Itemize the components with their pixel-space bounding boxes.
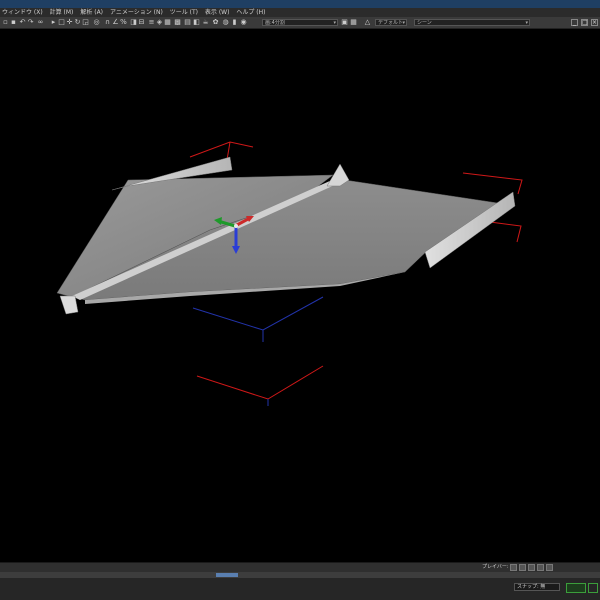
playback-label: プレイバー:	[482, 564, 509, 570]
percent-snap-icon[interactable]: %	[120, 19, 127, 26]
view-dropdown-value: 画:4分割	[265, 20, 285, 26]
render-icon[interactable]: ☕	[202, 19, 209, 26]
viewport-canvas	[56, 141, 523, 406]
window-controls: _ □ ×	[571, 17, 598, 28]
teapot-icon[interactable]: ✿	[212, 19, 219, 26]
bbox-corner-top-right	[462, 172, 523, 195]
3d-viewport[interactable]	[0, 29, 600, 562]
menu-bar: ウィンドウ (X) 計算 (M) 解析 (A) アニメーション (N) ツール …	[0, 8, 600, 17]
menu-item-view[interactable]: 表示 (W)	[205, 9, 230, 16]
schematic-icon[interactable]: ▦	[164, 19, 171, 26]
align-icon[interactable]: ⊟	[138, 19, 145, 26]
mode-icon[interactable]: ◉	[240, 19, 247, 26]
loop-icon[interactable]	[546, 564, 553, 571]
scene-dropdown[interactable]: シーン ▾	[414, 19, 530, 26]
angle-snap-icon[interactable]: ∠	[112, 19, 119, 26]
chevron-down-icon: ▾	[333, 20, 336, 26]
snap-status[interactable]: スナップ: 無	[514, 583, 560, 591]
open-file-icon[interactable]: ▪	[10, 19, 17, 26]
material-icon[interactable]: ▩	[174, 19, 181, 26]
bounding-box-bottom	[192, 296, 324, 406]
tool-icon[interactable]: ▮	[231, 19, 238, 26]
layer-icon[interactable]: ≡	[148, 19, 155, 26]
minimize-icon[interactable]: _	[571, 19, 578, 26]
scrollbar-thumb[interactable]	[216, 573, 238, 577]
timeline-bar[interactable]: プレイバー:	[0, 562, 600, 572]
tail-fold	[59, 295, 79, 315]
preset-dropdown[interactable]: デフォルト ▾	[375, 19, 407, 26]
time-config-icon[interactable]	[537, 564, 544, 571]
coord-icon[interactable]: ▣	[341, 19, 348, 26]
snap-icon[interactable]	[566, 583, 586, 593]
frame-icon[interactable]	[528, 564, 535, 571]
bbox-corner-right	[489, 221, 522, 243]
link-icon[interactable]: ∞	[37, 19, 44, 26]
scene-dropdown-value: シーン	[417, 20, 432, 26]
rotate-icon[interactable]: ↻	[74, 19, 81, 26]
menu-item-analysis[interactable]: 解析 (A)	[80, 9, 103, 16]
title-bar	[0, 0, 600, 8]
bbox-corner-bottom	[196, 365, 324, 400]
warning-icon[interactable]: △	[364, 19, 371, 26]
menu-item-calc[interactable]: 計算 (M)	[50, 9, 74, 16]
undo-icon[interactable]: ↶	[19, 19, 26, 26]
paper-airplane-model[interactable]	[56, 156, 516, 315]
maximize-icon[interactable]: □	[581, 19, 588, 26]
bbox-corner-top-left	[189, 141, 254, 158]
chevron-down-icon: ▾	[525, 20, 528, 26]
menu-item-help[interactable]: ヘルプ (H)	[236, 9, 265, 16]
curve-editor-icon[interactable]: ◈	[156, 19, 163, 26]
select-region-icon[interactable]: □	[58, 19, 65, 26]
main-toolbar: ▫ ▪ ↶ ↷ ∞ ▸ □ ✛ ↻ ◲ ◎ ∩ ∠ % ◨ ⊟ ≡ ◈ ▦ ▩ …	[0, 17, 600, 29]
menu-item-window[interactable]: ウィンドウ (X)	[2, 9, 43, 16]
key-mode-icon[interactable]	[519, 564, 526, 571]
menu-item-tools[interactable]: ツール (T)	[170, 9, 198, 16]
snap-label: スナップ: 無	[517, 584, 546, 590]
view-dropdown[interactable]: 画:4分割 ▾	[262, 19, 338, 26]
chevron-down-icon: ▾	[402, 20, 405, 26]
render-frame-icon[interactable]: ◧	[193, 19, 200, 26]
play-icon[interactable]	[510, 564, 517, 571]
move-icon[interactable]: ✛	[66, 19, 73, 26]
viewport-icon[interactable]: ◍	[222, 19, 229, 26]
grid-icon[interactable]: ▦	[350, 19, 357, 26]
preset-dropdown-value: デフォルト	[378, 20, 404, 26]
playback-controls	[510, 564, 553, 571]
bbox-corner-mid	[192, 296, 324, 331]
snap-toggle-button[interactable]	[588, 583, 598, 593]
new-file-icon[interactable]: ▫	[2, 19, 9, 26]
snap-toggle-icon[interactable]: ∩	[104, 19, 111, 26]
redo-icon[interactable]: ↷	[27, 19, 34, 26]
close-icon[interactable]: ×	[591, 19, 598, 26]
select-icon[interactable]: ▸	[50, 19, 57, 26]
render-setup-icon[interactable]: ▤	[184, 19, 191, 26]
mirror-icon[interactable]: ◨	[130, 19, 137, 26]
scale-icon[interactable]: ◲	[82, 19, 89, 26]
pivot-icon[interactable]: ◎	[93, 19, 100, 26]
gizmo-center	[234, 224, 238, 228]
menu-item-animation[interactable]: アニメーション (N)	[110, 9, 163, 16]
status-bar: スナップ: 無	[0, 578, 600, 600]
